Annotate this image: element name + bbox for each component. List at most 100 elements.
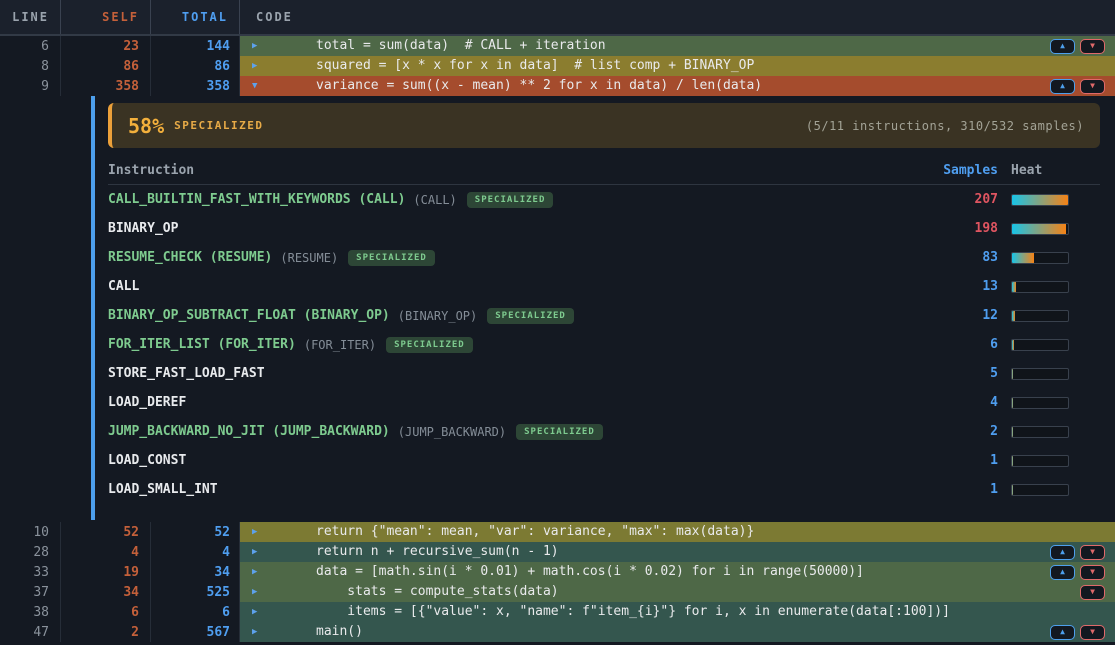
line-number: 9 xyxy=(0,76,61,96)
col-header-total[interactable]: TOTAL xyxy=(151,0,240,34)
col-header-samples[interactable]: Samples xyxy=(928,163,998,178)
col-header-code[interactable]: CODE xyxy=(240,0,1115,34)
instruction-row: FOR_ITER_LIST (FOR_ITER)(FOR_ITER)SPECIA… xyxy=(108,330,1100,359)
specialization-banner: 58% SPECIALIZED (5/11 instructions, 310/… xyxy=(108,103,1100,148)
line-number: 8 xyxy=(0,56,61,76)
code-line-row: 2844▶return n + recursive_sum(n - 1)▲▼ xyxy=(0,542,1115,562)
code-cell[interactable]: ▶ data = [math.sin(i * 0.01) + math.cos(i… xyxy=(240,562,1115,582)
expand-toggle-icon[interactable]: ▶ xyxy=(252,567,262,577)
specialized-label: SPECIALIZED xyxy=(174,119,263,132)
jump-up-button[interactable]: ▲ xyxy=(1050,565,1075,580)
col-header-self[interactable]: SELF xyxy=(61,0,151,34)
code-cell[interactable]: ▼variance = sum((x - mean) ** 2 for x in… xyxy=(240,76,1115,96)
heat-bar-fill xyxy=(1012,369,1013,379)
expand-toggle-icon[interactable]: ▶ xyxy=(252,527,262,537)
instruction-base-opcode: (RESUME) xyxy=(280,251,338,265)
code-cell[interactable]: ▶return {"mean": mean, "var": variance, … xyxy=(240,522,1115,542)
instruction-name-group: JUMP_BACKWARD_NO_JIT (JUMP_BACKWARD) (JUM… xyxy=(108,424,928,440)
instruction-row: LOAD_SMALL_INT1 xyxy=(108,475,1100,504)
instruction-row: BINARY_OP_SUBTRACT_FLOAT (BINARY_OP) (BIN… xyxy=(108,301,1100,330)
instruction-name: BINARY_OP_SUBTRACT_FLOAT (BINARY_OP) xyxy=(108,308,390,323)
code-text: squared = [x * x for x in data] # list c… xyxy=(316,56,754,76)
jump-down-button[interactable]: ▼ xyxy=(1080,625,1105,640)
instruction-name: CALL_BUILTIN_FAST_WITH_KEYWORDS (CALL) xyxy=(108,192,405,207)
profiler-view: LINE SELF TOTAL CODE 623144▶total = sum(… xyxy=(0,0,1115,645)
code-cell[interactable]: ▶main()▲▼ xyxy=(240,622,1115,642)
expand-toggle-icon[interactable]: ▶ xyxy=(252,41,262,51)
total-samples: 358 xyxy=(151,76,240,96)
code-text: stats = compute_stats(data) xyxy=(316,582,559,602)
code-cell[interactable]: ▶ squared = [x * x for x in data] # list … xyxy=(240,56,1115,76)
instruction-name-group: LOAD_DEREF xyxy=(108,395,928,410)
instruction-name: JUMP_BACKWARD_NO_JIT (JUMP_BACKWARD) xyxy=(108,424,390,439)
line-number: 37 xyxy=(0,582,61,602)
instruction-row: JUMP_BACKWARD_NO_JIT (JUMP_BACKWARD) (JUM… xyxy=(108,417,1100,446)
line-number: 28 xyxy=(0,542,61,562)
jump-down-button[interactable]: ▼ xyxy=(1080,565,1105,580)
col-header-line[interactable]: LINE xyxy=(0,0,61,34)
code-line-row: 623144▶total = sum(data) # CALL + iterat… xyxy=(0,36,1115,56)
code-cell[interactable]: ▶ return n + recursive_sum(n - 1) ▲ ▼ xyxy=(240,542,1115,562)
instruction-table-header: Instruction Samples Heat xyxy=(108,156,1100,185)
instruction-row: STORE_FAST_LOAD_FAST5 xyxy=(108,359,1100,388)
code-cell[interactable]: ▶ items = [{"value": x, "name": f"item_{… xyxy=(240,602,1115,622)
code-rows-bottom: 105252▶return {"mean": mean, "var": vari… xyxy=(0,522,1115,642)
col-header-instruction[interactable]: Instruction xyxy=(108,163,928,178)
instruction-base-opcode: (BINARY_OP) xyxy=(398,309,477,323)
jump-up-button[interactable]: ▲ xyxy=(1050,39,1075,54)
heat-bar-fill xyxy=(1012,398,1013,408)
instruction-base-opcode: (JUMP_BACKWARD) xyxy=(398,425,506,439)
heat-bar-fill xyxy=(1012,253,1034,263)
specialized-percent: 58% xyxy=(128,114,164,138)
heat-bar-fill xyxy=(1012,282,1016,292)
jump-down-button[interactable]: ▼ xyxy=(1080,39,1105,54)
code-line-row: 9358358▼variance = sum((x - mean) ** 2 f… xyxy=(0,76,1115,96)
jump-down-button[interactable]: ▼ xyxy=(1080,79,1105,94)
heat-bar xyxy=(1011,397,1069,409)
expand-toggle-icon[interactable]: ▶ xyxy=(252,627,262,637)
jump-down-button[interactable]: ▼ xyxy=(1080,545,1105,560)
instruction-name: FOR_ITER_LIST (FOR_ITER) xyxy=(108,337,296,352)
expand-toggle-icon[interactable]: ▶ xyxy=(252,607,262,617)
expand-toggle-icon[interactable]: ▶ xyxy=(252,61,262,71)
row-nav-buttons: ▲▼ xyxy=(1050,625,1105,640)
code-text: total = sum(data) # CALL + iteration xyxy=(316,36,606,56)
collapse-toggle-icon[interactable]: ▼ xyxy=(252,81,262,91)
code-table-header: LINE SELF TOTAL CODE xyxy=(0,0,1115,36)
instruction-name-group: CALL_BUILTIN_FAST_WITH_KEYWORDS (CALL)(C… xyxy=(108,192,928,208)
code-cell[interactable]: ▶ total = sum(data) # CALL + iteration ▲ ▼ xyxy=(240,36,1115,56)
specialized-badge: SPECIALIZED xyxy=(516,424,603,440)
specialization-summary: (5/11 instructions, 310/532 samples) xyxy=(806,119,1084,133)
heat-bar xyxy=(1011,310,1069,322)
heat-bar-fill xyxy=(1012,427,1013,437)
jump-down-button[interactable]: ▼ xyxy=(1080,585,1105,600)
code-text: data = [math.sin(i * 0.01) + math.cos(i … xyxy=(316,562,864,582)
code-cell[interactable]: ▶ stats = compute_stats(data) ▼ xyxy=(240,582,1115,602)
jump-up-button[interactable]: ▲ xyxy=(1050,79,1075,94)
specialized-badge: SPECIALIZED xyxy=(348,250,435,266)
heat-bar xyxy=(1011,339,1069,351)
instruction-samples: 5 xyxy=(928,366,998,381)
instruction-row: LOAD_DEREF4 xyxy=(108,388,1100,417)
instruction-samples: 13 xyxy=(928,279,998,294)
instruction-name-group: FOR_ITER_LIST (FOR_ITER)(FOR_ITER)SPECIA… xyxy=(108,337,928,353)
expand-toggle-icon[interactable]: ▶ xyxy=(252,547,262,557)
code-line-row: 105252▶return {"mean": mean, "var": vari… xyxy=(0,522,1115,542)
jump-up-button[interactable]: ▲ xyxy=(1050,545,1075,560)
expand-toggle-icon[interactable]: ▶ xyxy=(252,587,262,597)
self-samples: 4 xyxy=(61,542,151,562)
code-line-row: 331934▶data = [math.sin(i * 0.01) + math… xyxy=(0,562,1115,582)
jump-up-button[interactable]: ▲ xyxy=(1050,625,1075,640)
line-number: 33 xyxy=(0,562,61,582)
code-line-row: 88686▶squared = [x * x for x in data] # … xyxy=(0,56,1115,76)
instruction-name-group: RESUME_CHECK (RESUME)(RESUME)SPECIALIZED xyxy=(108,250,928,266)
instruction-samples: 2 xyxy=(928,424,998,439)
code-line-row: 3734525▶ stats = compute_stats(data)▼ xyxy=(0,582,1115,602)
code-text: return n + recursive_sum(n - 1) xyxy=(316,542,559,562)
instruction-name: BINARY_OP xyxy=(108,221,178,236)
instruction-row: CALL13 xyxy=(108,272,1100,301)
code-text: items = [{"value": x, "name": f"item_{i}… xyxy=(316,602,950,622)
instruction-row: CALL_BUILTIN_FAST_WITH_KEYWORDS (CALL)(C… xyxy=(108,185,1100,214)
instruction-name: LOAD_DEREF xyxy=(108,395,186,410)
total-samples: 6 xyxy=(151,602,240,622)
